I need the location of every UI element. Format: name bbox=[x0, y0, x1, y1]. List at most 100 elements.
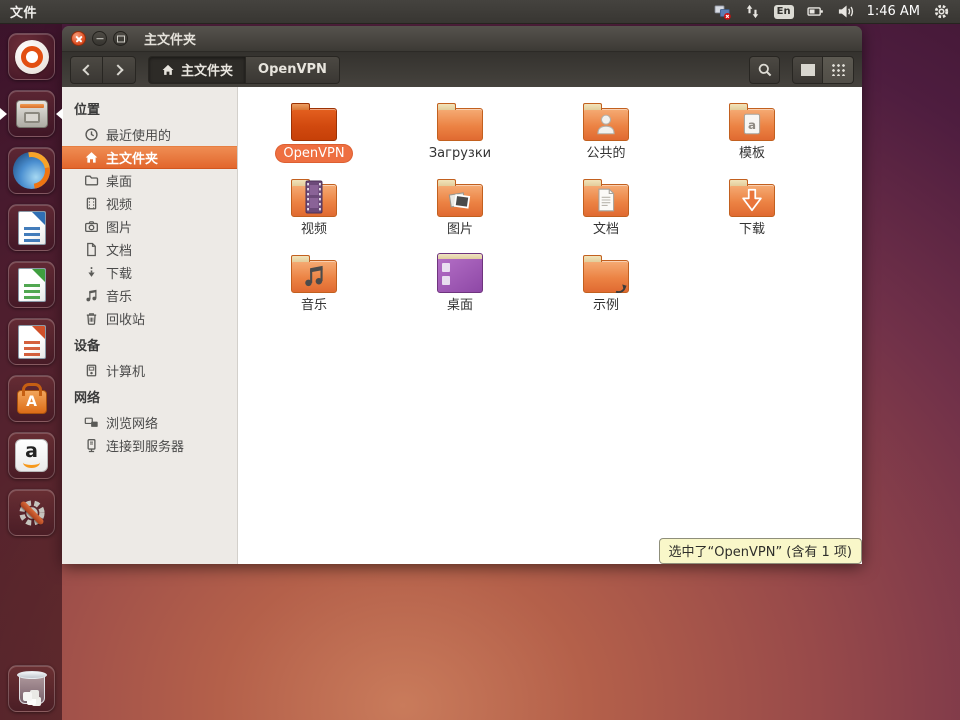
file-label: 下载 bbox=[732, 221, 772, 238]
file-item-openvpn[interactable]: OpenVPN bbox=[241, 95, 387, 171]
session-gear-icon[interactable] bbox=[933, 3, 950, 20]
music-note-emblem bbox=[301, 263, 327, 289]
file-item-zagruzki[interactable]: Загрузки bbox=[387, 95, 533, 171]
grid-view-button[interactable] bbox=[823, 56, 854, 84]
window-title: 主文件夹 bbox=[144, 29, 196, 48]
breadcrumb-openvpn[interactable]: OpenVPN bbox=[246, 56, 340, 84]
volume-icon[interactable] bbox=[837, 3, 854, 20]
network-offline-icon[interactable] bbox=[714, 3, 731, 20]
launcher-ubuntu-dash[interactable] bbox=[8, 33, 55, 80]
file-item-templates[interactable]: 模板 bbox=[679, 95, 825, 171]
music-note-icon bbox=[84, 288, 99, 303]
file-label: 模板 bbox=[732, 145, 772, 162]
forward-button[interactable] bbox=[103, 56, 136, 84]
icon-grid: OpenVPN Загрузки 公共的 模板 bbox=[241, 95, 825, 323]
list-view-icon bbox=[801, 64, 815, 76]
firefox-icon bbox=[13, 152, 50, 189]
ubuntu-logo-icon bbox=[15, 40, 49, 74]
sidebar-item-recent[interactable]: 最近使用的 bbox=[62, 123, 237, 146]
file-item-documents[interactable]: 文档 bbox=[533, 171, 679, 247]
file-item-music[interactable]: 音乐 bbox=[241, 247, 387, 323]
running-indicator-arrow bbox=[0, 108, 7, 120]
close-button[interactable] bbox=[71, 31, 86, 46]
indicator-area: En 1:46 AM bbox=[714, 3, 950, 20]
sidebar-item-connect-server[interactable]: 连接到服务器 bbox=[62, 434, 237, 457]
sync-arrows-icon[interactable] bbox=[744, 3, 761, 20]
battery-icon[interactable] bbox=[807, 3, 824, 20]
titlebar[interactable]: 主文件夹 bbox=[62, 26, 862, 52]
toolbar: 主文件夹 OpenVPN bbox=[62, 52, 862, 87]
file-label: 音乐 bbox=[294, 297, 334, 314]
sidebar-item-music[interactable]: 音乐 bbox=[62, 284, 237, 307]
trash-icon bbox=[84, 311, 99, 326]
folder-icon bbox=[291, 184, 337, 217]
view-toggle bbox=[792, 56, 854, 84]
nav-buttons bbox=[70, 56, 136, 84]
film-emblem bbox=[303, 179, 325, 215]
clock[interactable]: 1:46 AM bbox=[867, 4, 920, 19]
sidebar-item-desktop[interactable]: 桌面 bbox=[62, 169, 237, 192]
launcher-libreoffice-impress[interactable] bbox=[8, 318, 55, 365]
download-arrow-emblem bbox=[739, 187, 765, 213]
file-view[interactable]: OpenVPN Загрузки 公共的 模板 bbox=[238, 87, 862, 564]
launcher-firefox[interactable] bbox=[8, 147, 55, 194]
sidebar-item-documents[interactable]: 文档 bbox=[62, 238, 237, 261]
search-button[interactable] bbox=[749, 56, 780, 84]
gear-wrench-icon bbox=[14, 495, 50, 531]
document-icon bbox=[84, 242, 99, 257]
file-label: Загрузки bbox=[422, 145, 498, 162]
launcher-system-settings[interactable] bbox=[8, 489, 55, 536]
file-item-public[interactable]: 公共的 bbox=[533, 95, 679, 171]
global-menu-file[interactable]: 文件 bbox=[10, 2, 37, 21]
file-label: 图片 bbox=[440, 221, 480, 238]
folder-icon bbox=[291, 260, 337, 293]
writer-document-icon bbox=[18, 211, 46, 245]
sidebar-item-downloads[interactable]: 下载 bbox=[62, 261, 237, 284]
minimize-button[interactable] bbox=[92, 31, 107, 46]
launcher-amazon[interactable]: a bbox=[8, 432, 55, 479]
photo-emblem bbox=[447, 187, 473, 213]
breadcrumb: 主文件夹 OpenVPN bbox=[148, 56, 340, 84]
sidebar-item-computer[interactable]: 计算机 bbox=[62, 359, 237, 382]
file-manager-window: 主文件夹 主文件夹 OpenVPN 位置 bbox=[62, 26, 862, 564]
link-arrow-emblem bbox=[612, 276, 631, 295]
launcher-libreoffice-writer[interactable] bbox=[8, 204, 55, 251]
file-item-pictures[interactable]: 图片 bbox=[387, 171, 533, 247]
sidebar-item-trash[interactable]: 回收站 bbox=[62, 307, 237, 330]
keyboard-layout-indicator[interactable]: En bbox=[774, 5, 794, 19]
forward-arrow-icon bbox=[112, 64, 123, 75]
maximize-button[interactable] bbox=[113, 31, 128, 46]
file-item-downloads[interactable]: 下载 bbox=[679, 171, 825, 247]
file-label: OpenVPN bbox=[276, 145, 351, 162]
launcher-software-center[interactable]: A bbox=[8, 375, 55, 422]
launcher-trash[interactable] bbox=[8, 665, 55, 712]
places-sidebar: 位置 最近使用的 主文件夹 桌面 视频 图片 bbox=[62, 87, 238, 564]
launcher-files[interactable] bbox=[8, 90, 55, 137]
folder-icon bbox=[437, 184, 483, 217]
computer-icon bbox=[84, 363, 99, 378]
sidebar-header-devices: 设备 bbox=[62, 330, 237, 359]
calc-spreadsheet-icon bbox=[18, 268, 46, 302]
file-label: 示例 bbox=[586, 297, 626, 314]
sidebar-item-home[interactable]: 主文件夹 bbox=[62, 146, 237, 169]
breadcrumb-home[interactable]: 主文件夹 bbox=[148, 56, 246, 84]
home-icon bbox=[84, 150, 99, 165]
launcher-libreoffice-calc[interactable] bbox=[8, 261, 55, 308]
sidebar-item-pictures[interactable]: 图片 bbox=[62, 215, 237, 238]
file-item-videos[interactable]: 视频 bbox=[241, 171, 387, 247]
file-item-examples[interactable]: 示例 bbox=[533, 247, 679, 323]
sidebar-item-videos[interactable]: 视频 bbox=[62, 192, 237, 215]
file-label: 文档 bbox=[586, 221, 626, 238]
breadcrumb-openvpn-label: OpenVPN bbox=[258, 62, 327, 77]
file-label: 视频 bbox=[294, 221, 334, 238]
unity-launcher: A a bbox=[0, 24, 62, 720]
camera-icon bbox=[84, 219, 99, 234]
breadcrumb-home-label: 主文件夹 bbox=[181, 60, 233, 79]
list-view-button[interactable] bbox=[792, 56, 823, 84]
sidebar-item-browse-network[interactable]: 浏览网络 bbox=[62, 411, 237, 434]
file-label: 桌面 bbox=[440, 297, 480, 314]
home-icon bbox=[161, 63, 175, 77]
back-button[interactable] bbox=[70, 56, 103, 84]
file-item-desktop[interactable]: 桌面 bbox=[387, 247, 533, 323]
top-panel: 文件 En 1:46 AM bbox=[0, 0, 960, 24]
